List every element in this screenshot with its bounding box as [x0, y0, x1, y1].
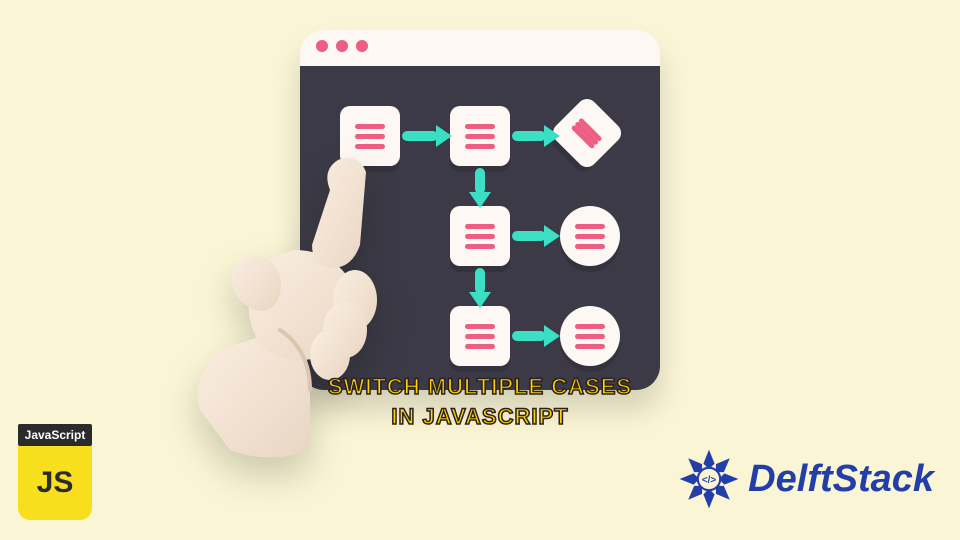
svg-text:</>: </> — [702, 475, 716, 486]
arrow-right-icon — [512, 331, 546, 341]
brand-mandala-icon: </> — [674, 444, 744, 514]
flow-node-circle — [560, 306, 620, 366]
arrow-right-icon — [402, 131, 438, 141]
javascript-badge-shield: JS — [18, 446, 92, 520]
caption-line-2: in Javascript — [391, 404, 568, 429]
window-traffic-lights — [316, 40, 368, 52]
arrow-right-icon — [512, 131, 546, 141]
dot-icon — [336, 40, 348, 52]
javascript-badge-label: JavaScript — [18, 424, 92, 446]
title-caption: Switch Multiple Cases in Javascript — [0, 372, 960, 431]
dot-icon — [356, 40, 368, 52]
caption-line-1: Switch Multiple Cases — [328, 374, 632, 399]
javascript-badge: JavaScript JS — [18, 424, 92, 520]
dot-icon — [316, 40, 328, 52]
arrow-right-icon — [512, 231, 546, 241]
brand-logo-lockup: </> DelftStack — [674, 444, 934, 514]
flow-node-circle — [560, 206, 620, 266]
brand-name: DelftStack — [748, 458, 934, 501]
flow-node-diamond — [549, 95, 625, 171]
arrow-down-icon — [475, 168, 485, 194]
arrow-down-icon — [475, 268, 485, 294]
